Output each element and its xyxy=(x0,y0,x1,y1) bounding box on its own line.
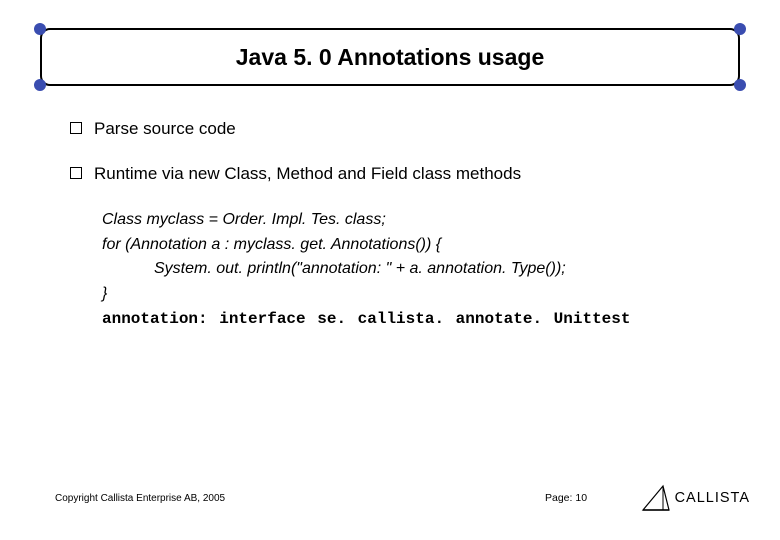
code-output-line: annotation: interface se. callista. anno… xyxy=(102,307,730,332)
corner-dot-icon xyxy=(34,23,46,35)
bullet-text: Runtime via new Class, Method and Field … xyxy=(94,163,521,186)
code-line: } xyxy=(102,282,730,307)
bullet-text: Parse source code xyxy=(94,118,236,141)
callista-logo-icon xyxy=(641,484,671,512)
title-box: Java 5. 0 Annotations usage xyxy=(40,28,740,86)
brand-logo: CALLISTA xyxy=(641,484,750,512)
bullet-item: Parse source code xyxy=(70,118,730,141)
title-banner: Java 5. 0 Annotations usage xyxy=(40,28,740,86)
footer: Copyright Callista Enterprise AB, 2005 P… xyxy=(55,484,750,512)
page-number: Page: 10 xyxy=(545,492,587,504)
square-bullet-icon xyxy=(70,122,82,134)
content-area: Parse source code Runtime via new Class,… xyxy=(70,118,730,332)
code-line: System. out. println("annotation: " + a.… xyxy=(102,257,730,282)
code-line: for (Annotation a : myclass. get. Annota… xyxy=(102,233,730,258)
copyright-text: Copyright Callista Enterprise AB, 2005 xyxy=(55,493,225,504)
code-block: Class myclass = Order. Impl. Tes. class;… xyxy=(102,208,730,332)
corner-dot-icon xyxy=(34,79,46,91)
slide-title: Java 5. 0 Annotations usage xyxy=(236,44,544,71)
corner-dot-icon xyxy=(734,79,746,91)
bullet-item: Runtime via new Class, Method and Field … xyxy=(70,163,730,186)
brand-name: CALLISTA xyxy=(675,490,750,506)
square-bullet-icon xyxy=(70,167,82,179)
code-line: Class myclass = Order. Impl. Tes. class; xyxy=(102,208,730,233)
corner-dot-icon xyxy=(734,23,746,35)
